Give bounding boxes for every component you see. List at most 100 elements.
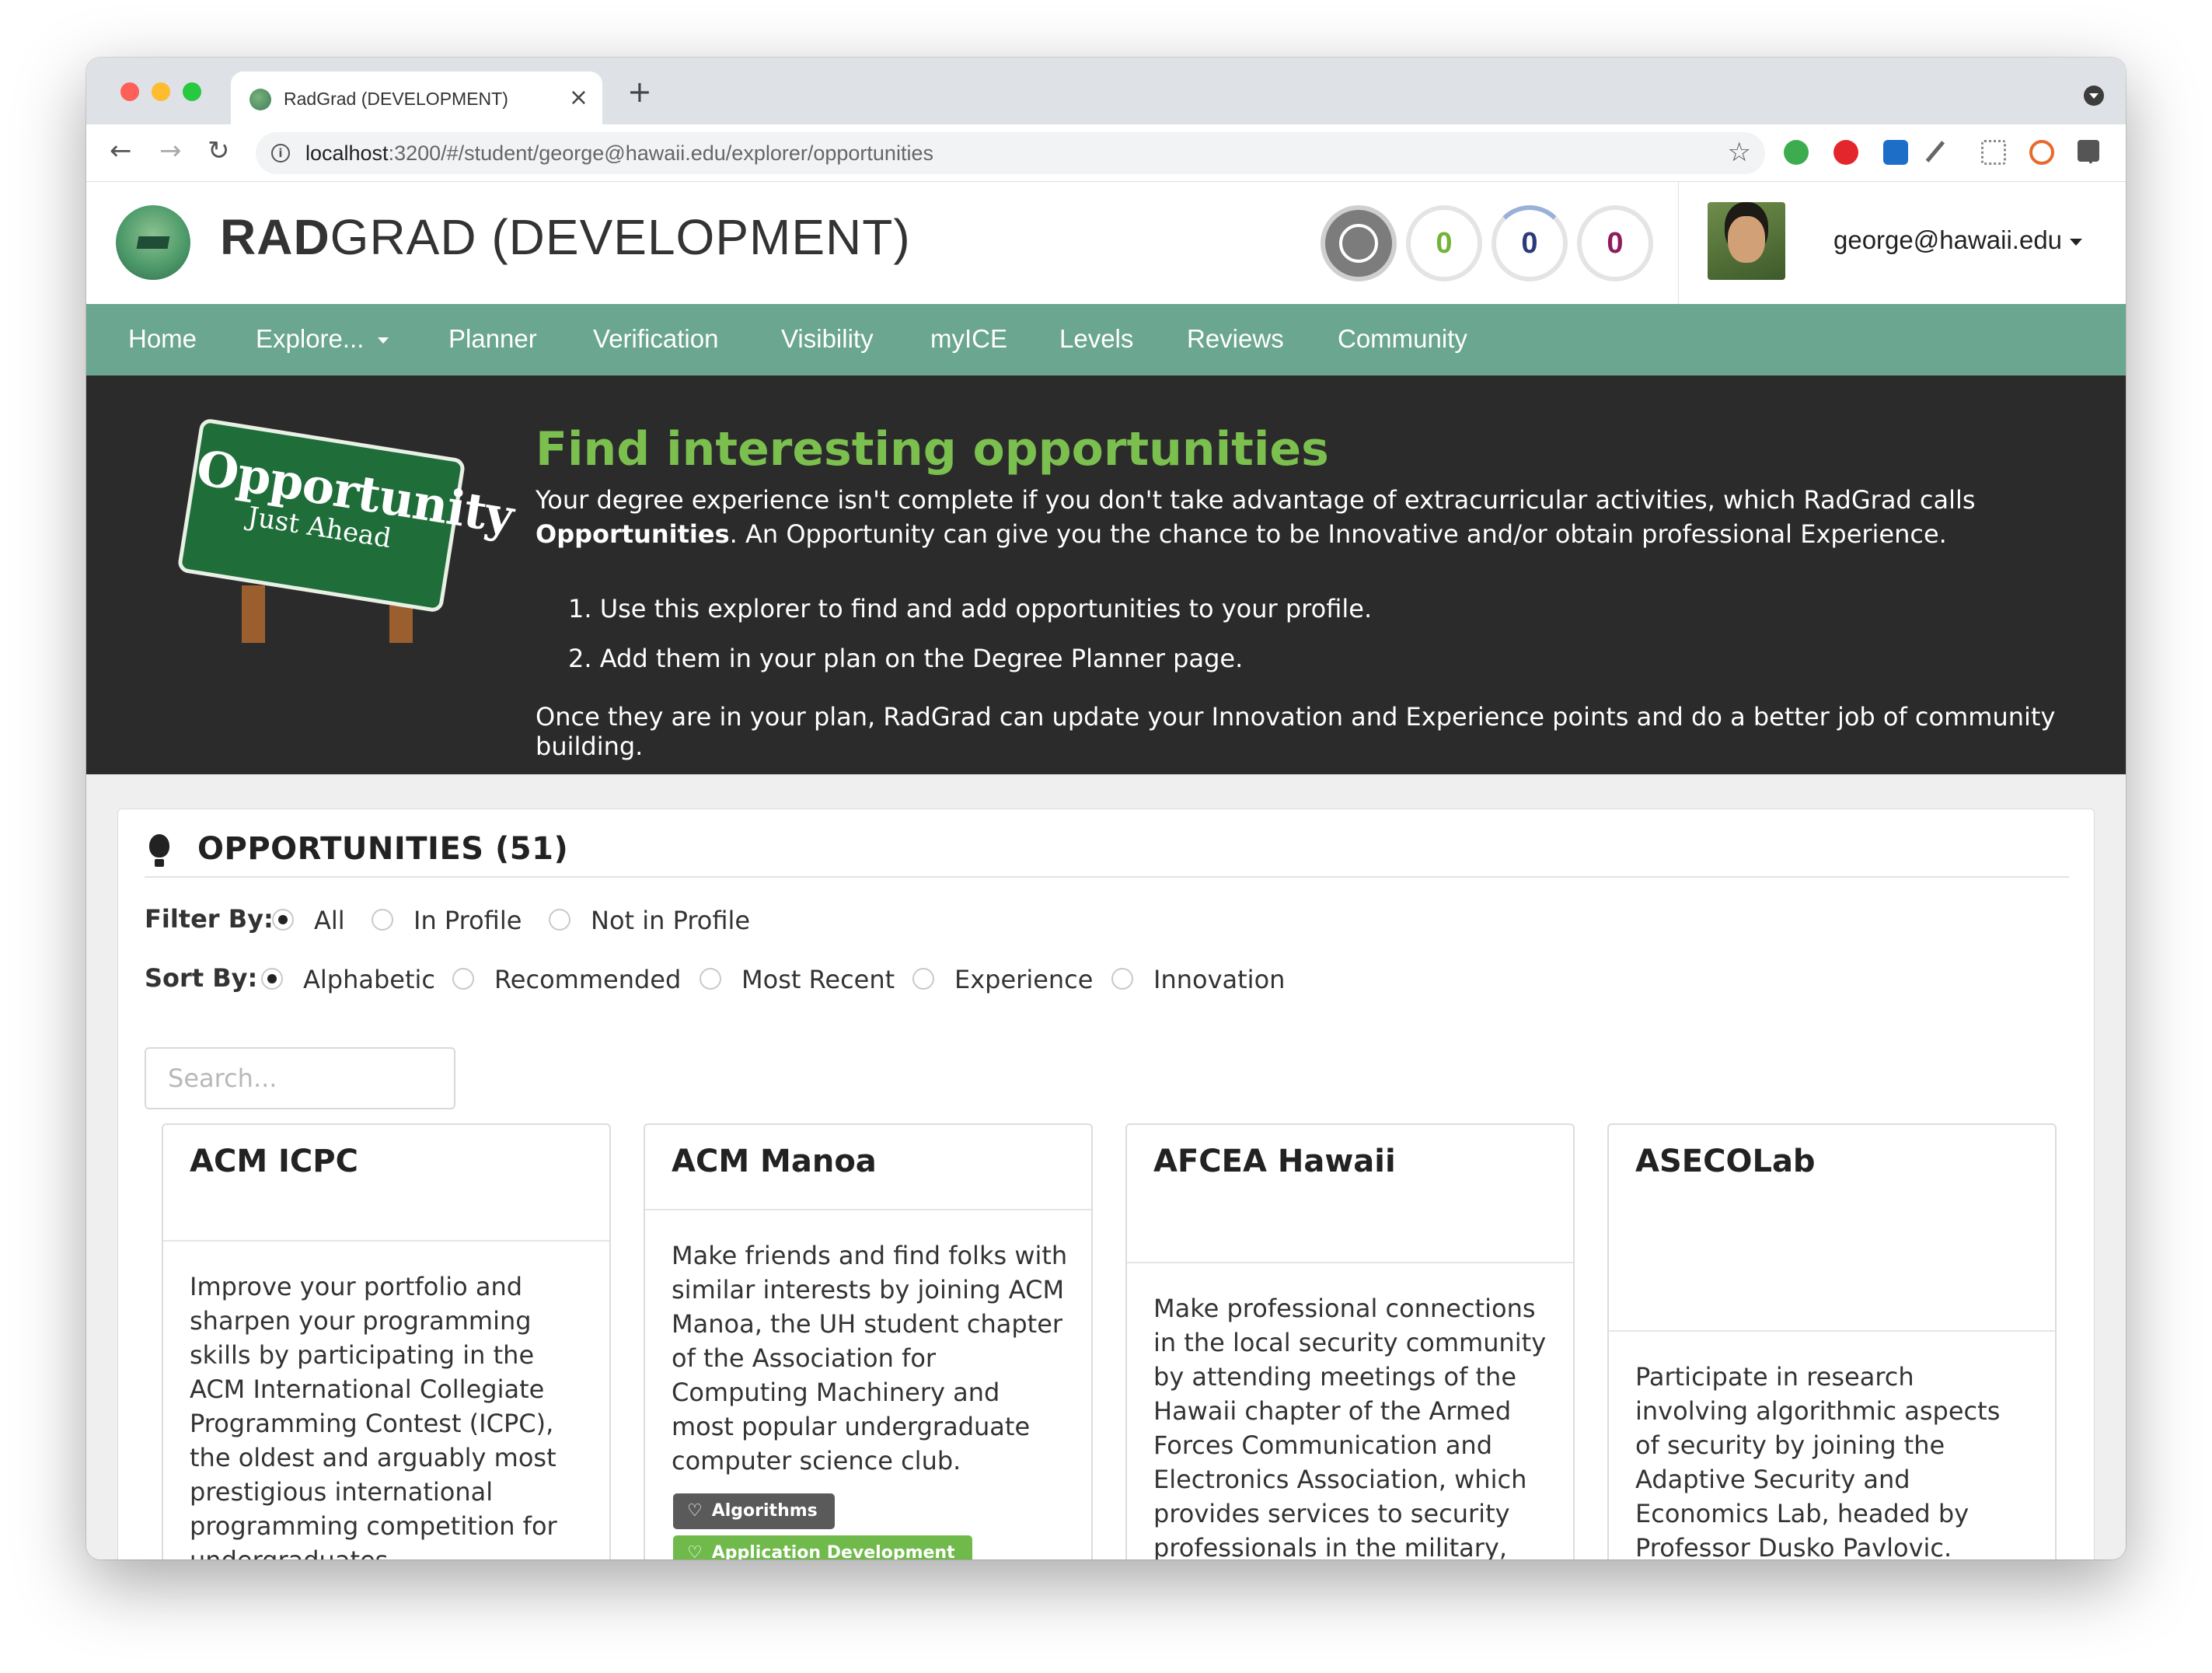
sort-radio-alphabetic[interactable]: Alphabetic <box>261 965 435 994</box>
close-window-button[interactable] <box>120 82 139 101</box>
filter-radio-not-in-profile[interactable]: Not in Profile <box>549 906 750 935</box>
opportunity-card[interactable]: ASECOLab Participate in research involvi… <box>1607 1123 2057 1559</box>
adblock-icon[interactable] <box>1833 140 1858 165</box>
card-divider <box>1127 1262 1573 1263</box>
sort-radio-innovation[interactable]: Innovation <box>1111 965 1285 994</box>
caret-down-icon <box>378 337 389 344</box>
hero-step: 1. Use this explorer to find and add opp… <box>568 594 1373 623</box>
address-bar[interactable]: i localhost:3200/#/student/george@hawaii… <box>256 132 1765 174</box>
eyedropper-icon[interactable] <box>1925 141 1947 164</box>
reload-icon[interactable]: ↻ <box>208 135 230 166</box>
menu-item-community[interactable]: Community <box>1338 324 1467 354</box>
hero-intro: Your degree experience isn't complete if… <box>536 485 1976 549</box>
radio-empty-icon <box>549 909 570 931</box>
brand-title[interactable]: RADGRAD (DEVELOPMENT) <box>220 208 911 266</box>
innovation-points[interactable]: 0 <box>1406 205 1482 281</box>
card-description: Participate in research involving algori… <box>1635 1362 2001 1559</box>
browser-tab[interactable]: RadGrad (DEVELOPMENT) × <box>231 72 602 124</box>
hero-steps: 1. Use this explorer to find and add opp… <box>568 584 1372 683</box>
avatar[interactable] <box>1708 202 1785 280</box>
opportunity-card[interactable]: ACM Manoa Make friends and find folks wi… <box>644 1123 1093 1559</box>
minimize-window-button[interactable] <box>152 82 170 101</box>
zoom-window-button[interactable] <box>183 82 201 101</box>
card-title[interactable]: AFCEA Hawaii <box>1153 1144 1396 1179</box>
browser-window: RadGrad (DEVELOPMENT) × + ← → ↻ i localh… <box>86 58 2126 1559</box>
s-icon[interactable] <box>1883 140 1908 165</box>
radgrad-logo-icon[interactable] <box>116 205 190 280</box>
evernote-icon[interactable] <box>1784 140 1809 165</box>
interest-tag[interactable]: ♡ Application Development <box>673 1535 972 1559</box>
sort-radio-recommended[interactable]: Recommended <box>452 965 681 994</box>
heart-icon: ♡ <box>687 1501 703 1521</box>
back-icon[interactable]: ← <box>110 135 132 166</box>
tab-strip: RadGrad (DEVELOPMENT) × + <box>86 58 2126 124</box>
card-title[interactable]: ACM ICPC <box>190 1144 358 1179</box>
card-divider <box>163 1240 609 1242</box>
hero-step: 2. Add them in your plan on the Degree P… <box>568 644 1244 673</box>
radio-empty-icon <box>372 909 393 931</box>
hero-title: Find interesting opportunities <box>536 422 1329 477</box>
radio-empty-icon <box>452 968 474 990</box>
panel-header: OPPORTUNITIES (51) <box>145 831 2069 878</box>
competency-points[interactable]: 0 <box>1492 205 1568 281</box>
explorer-hero: Opportunity Just Ahead Find interesting … <box>86 375 2126 774</box>
url-host: localhost <box>305 141 389 165</box>
star-icon[interactable]: ☆ <box>1728 137 1751 168</box>
interest-tag[interactable]: ♡ Algorithms <box>673 1493 835 1529</box>
search-input[interactable] <box>145 1047 455 1109</box>
menu-item-reviews[interactable]: Reviews <box>1187 324 1284 354</box>
menu-item-explore[interactable]: Explore... <box>256 324 389 354</box>
browser-toolbar: ← → ↻ i localhost:3200/#/student/george@… <box>86 124 2126 182</box>
menu-item-home[interactable]: Home <box>128 324 197 354</box>
heart-icon: ♡ <box>687 1543 703 1559</box>
app-header: RADGRAD (DEVELOPMENT) 0 0 0 george@hawai… <box>86 182 2126 304</box>
opportunities-panel: OPPORTUNITIES (51) Filter By: All In Pro… <box>117 809 2095 1559</box>
card-description: Make friends and find folks with similar… <box>672 1241 1068 1476</box>
menu-item-verification[interactable]: Verification <box>593 324 718 354</box>
new-tab-button[interactable]: + <box>627 75 652 109</box>
tab-title: RadGrad (DEVELOPMENT) <box>284 89 508 109</box>
card-description: Make professional connections in the loc… <box>1153 1294 1547 1559</box>
main-menu: Home Explore... Planner Verification Vis… <box>86 304 2126 375</box>
hypothesis-icon[interactable] <box>2029 140 2054 165</box>
radio-checked-icon <box>272 909 294 931</box>
opportunity-card[interactable]: AFCEA Hawaii Make professional connectio… <box>1125 1123 1575 1559</box>
experience-points[interactable]: 0 <box>1577 205 1653 281</box>
level-badge-icon[interactable] <box>1321 205 1397 281</box>
card-title[interactable]: ASECOLab <box>1635 1144 1816 1179</box>
card-description: Improve your portfolio and sharpen your … <box>190 1272 557 1559</box>
tab-close-icon[interactable]: × <box>569 84 588 111</box>
opportunity-card[interactable]: ACM ICPC Improve your portfolio and shar… <box>162 1123 611 1559</box>
opportunity-sign-image: Opportunity Just Ahead <box>176 417 517 671</box>
menu-item-levels[interactable]: Levels <box>1059 324 1133 354</box>
radgrad-favicon-icon <box>249 89 271 110</box>
url-text: localhost:3200/#/student/george@hawaii.e… <box>305 141 933 166</box>
hero-footer: Once they are in your plan, RadGrad can … <box>536 702 2056 761</box>
content-area: OPPORTUNITIES (51) Filter By: All In Pro… <box>86 774 2126 1559</box>
menu-item-myice[interactable]: myICE <box>930 324 1007 354</box>
card-title[interactable]: ACM Manoa <box>672 1144 877 1179</box>
info-icon[interactable]: i <box>271 144 290 162</box>
header-divider <box>1678 182 1679 304</box>
sign-post <box>242 585 265 643</box>
filter-label: Filter By: <box>145 904 274 934</box>
filter-radio-in-profile[interactable]: In Profile <box>372 906 522 935</box>
dropbox-icon[interactable] <box>1981 140 2006 165</box>
card-divider <box>1609 1330 2055 1332</box>
radio-empty-icon <box>1111 968 1133 990</box>
radio-empty-icon <box>912 968 934 990</box>
url-path: :3200/#/student/george@hawaii.edu/explor… <box>388 141 933 165</box>
sort-label: Sort By: <box>145 963 258 993</box>
sort-radio-experience[interactable]: Experience <box>912 965 1093 994</box>
radio-empty-icon <box>700 968 721 990</box>
menu-item-visibility[interactable]: Visibility <box>781 324 874 354</box>
menu-item-planner[interactable]: Planner <box>448 324 537 354</box>
kebab-icon[interactable]: ⋮ <box>2078 137 2104 168</box>
card-divider <box>645 1209 1091 1210</box>
user-menu-dropdown[interactable]: george@hawaii.edu <box>1833 225 2082 255</box>
sort-radio-most-recent[interactable]: Most Recent <box>700 965 895 994</box>
lightbulb-icon <box>149 834 169 867</box>
tab-search-icon[interactable] <box>2084 86 2104 106</box>
filter-radio-all[interactable]: All <box>272 906 345 935</box>
forward-icon[interactable]: → <box>159 135 182 166</box>
